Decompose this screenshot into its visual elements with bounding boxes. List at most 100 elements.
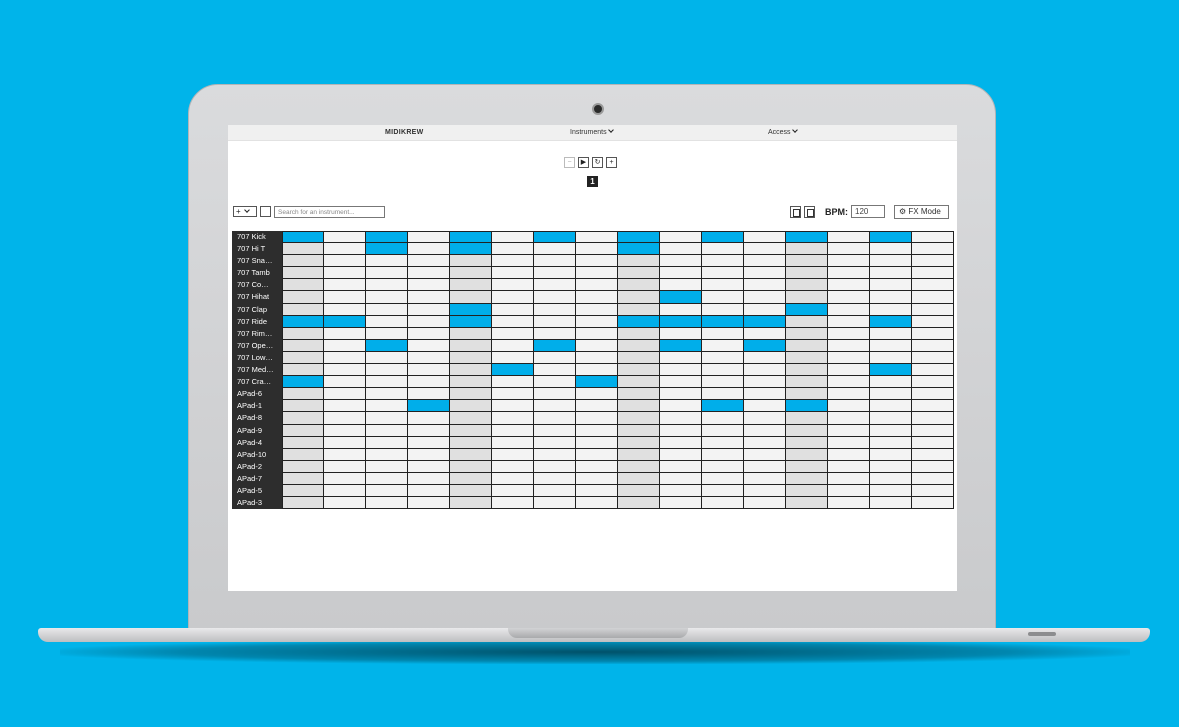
step-cell[interactable] (618, 424, 660, 437)
step-cell[interactable] (702, 497, 744, 510)
step-cell[interactable] (744, 267, 786, 280)
step-cell[interactable] (492, 497, 534, 510)
step-cell[interactable] (828, 436, 870, 449)
step-cell[interactable] (912, 303, 954, 316)
step-cell[interactable] (282, 315, 324, 328)
track-label[interactable]: 707 Hi T (232, 243, 282, 256)
step-cell[interactable] (870, 339, 912, 352)
step-cell[interactable] (282, 255, 324, 268)
step-cell[interactable] (450, 364, 492, 377)
step-cell[interactable] (744, 327, 786, 340)
step-cell[interactable] (618, 412, 660, 425)
step-cell[interactable] (786, 376, 828, 389)
step-cell[interactable] (408, 315, 450, 328)
step-cell[interactable] (660, 436, 702, 449)
step-cell[interactable] (870, 279, 912, 292)
step-cell[interactable] (576, 279, 618, 292)
step-cell[interactable] (492, 291, 534, 304)
step-cell[interactable] (534, 376, 576, 389)
track-label[interactable]: 707 Low… (232, 351, 282, 365)
nav-access[interactable]: Access (768, 127, 798, 136)
step-cell[interactable] (366, 231, 408, 244)
step-cell[interactable] (324, 339, 366, 352)
step-cell[interactable] (702, 472, 744, 485)
track-label[interactable]: APad-8 (232, 412, 282, 425)
step-cell[interactable] (366, 424, 408, 437)
step-cell[interactable] (912, 279, 954, 292)
step-cell[interactable] (408, 327, 450, 340)
step-cell[interactable] (786, 472, 828, 485)
step-cell[interactable] (576, 291, 618, 304)
step-cell[interactable] (450, 472, 492, 485)
step-cell[interactable] (450, 460, 492, 473)
step-cell[interactable] (282, 376, 324, 389)
step-cell[interactable] (912, 424, 954, 437)
step-cell[interactable] (660, 303, 702, 316)
step-cell[interactable] (912, 436, 954, 449)
step-cell[interactable] (870, 412, 912, 425)
step-cell[interactable] (282, 400, 324, 413)
step-cell[interactable] (870, 255, 912, 268)
step-cell[interactable] (786, 400, 828, 413)
step-cell[interactable] (282, 291, 324, 304)
step-cell[interactable] (660, 267, 702, 280)
step-cell[interactable] (660, 376, 702, 389)
step-cell[interactable] (408, 497, 450, 510)
step-cell[interactable] (366, 436, 408, 449)
step-cell[interactable] (534, 472, 576, 485)
step-cell[interactable] (744, 436, 786, 449)
step-cell[interactable] (744, 412, 786, 425)
step-cell[interactable] (618, 267, 660, 280)
step-cell[interactable] (744, 376, 786, 389)
step-cell[interactable] (870, 303, 912, 316)
step-cell[interactable] (324, 424, 366, 437)
step-cell[interactable] (324, 400, 366, 413)
step-cell[interactable] (786, 243, 828, 256)
step-cell[interactable] (576, 472, 618, 485)
step-cell[interactable] (828, 412, 870, 425)
step-cell[interactable] (618, 472, 660, 485)
step-cell[interactable] (912, 412, 954, 425)
step-cell[interactable] (408, 291, 450, 304)
step-cell[interactable] (492, 400, 534, 413)
step-cell[interactable] (492, 484, 534, 498)
step-cell[interactable] (576, 448, 618, 461)
step-cell[interactable] (366, 497, 408, 510)
step-cell[interactable] (744, 400, 786, 413)
step-cell[interactable] (912, 448, 954, 461)
step-cell[interactable] (912, 291, 954, 304)
step-cell[interactable] (534, 279, 576, 292)
step-cell[interactable] (282, 327, 324, 340)
step-cell[interactable] (576, 388, 618, 401)
step-cell[interactable] (702, 315, 744, 328)
step-cell[interactable] (282, 303, 324, 316)
step-cell[interactable] (408, 339, 450, 352)
step-cell[interactable] (660, 231, 702, 244)
step-cell[interactable] (870, 460, 912, 473)
step-cell[interactable] (450, 351, 492, 365)
step-cell[interactable] (618, 327, 660, 340)
step-cell[interactable] (366, 243, 408, 256)
step-cell[interactable] (912, 351, 954, 365)
step-cell[interactable] (744, 424, 786, 437)
track-label[interactable]: 707 Rim… (232, 327, 282, 340)
step-cell[interactable] (492, 436, 534, 449)
step-cell[interactable] (744, 460, 786, 473)
step-cell[interactable] (450, 243, 492, 256)
step-cell[interactable] (912, 339, 954, 352)
step-cell[interactable] (324, 243, 366, 256)
step-cell[interactable] (702, 364, 744, 377)
track-label[interactable]: 707 Ride (232, 315, 282, 328)
step-cell[interactable] (912, 243, 954, 256)
step-cell[interactable] (870, 364, 912, 377)
step-cell[interactable] (744, 448, 786, 461)
step-cell[interactable] (492, 472, 534, 485)
step-cell[interactable] (744, 303, 786, 316)
track-label[interactable]: APad-6 (232, 388, 282, 401)
step-cell[interactable] (786, 460, 828, 473)
step-cell[interactable] (534, 460, 576, 473)
step-cell[interactable] (618, 279, 660, 292)
step-cell[interactable] (660, 484, 702, 498)
track-label[interactable]: 707 Kick (232, 231, 282, 244)
step-cell[interactable] (660, 279, 702, 292)
